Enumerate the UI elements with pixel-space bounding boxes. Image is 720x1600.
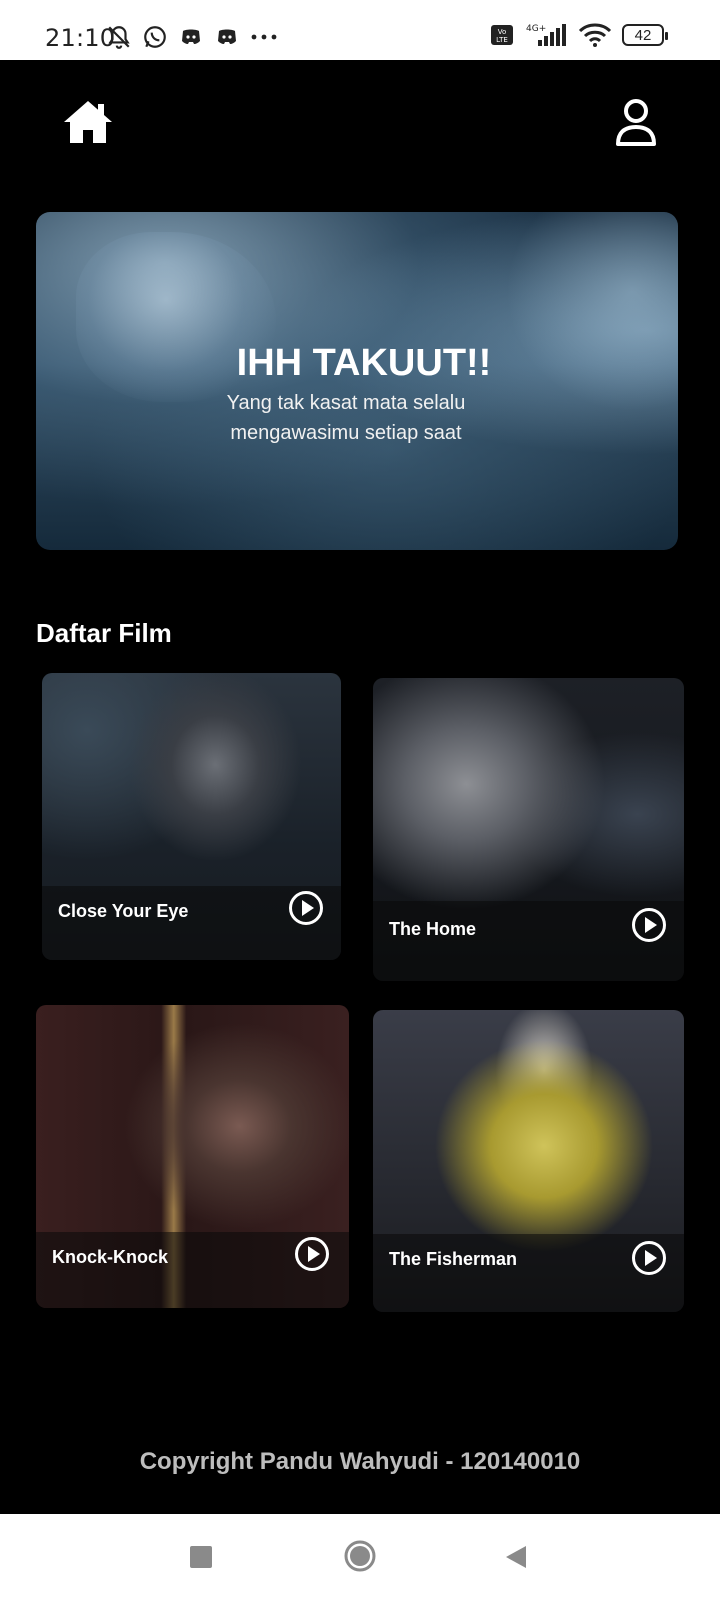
bell-off-icon <box>108 26 130 49</box>
svg-text:Vo: Vo <box>498 28 507 36</box>
nav-home-icon[interactable] <box>344 1540 376 1572</box>
discord-icon <box>182 29 200 44</box>
copyright-footer: Copyright Pandu Wahyudi - 120140010 <box>139 1448 581 1475</box>
movie-card[interactable]: The Home <box>373 678 684 981</box>
movie-title: Knock-Knock <box>52 1247 169 1267</box>
movie-card[interactable]: Knock-Knock <box>36 1005 349 1308</box>
wifi-icon <box>578 23 612 47</box>
status-time: 21:10 <box>45 24 116 52</box>
play-icon[interactable] <box>631 907 667 943</box>
hero-banner[interactable]: IHH TAKUUT!! Yang tak kasat mata selalu … <box>36 212 678 550</box>
play-icon[interactable] <box>631 1240 667 1276</box>
status-bar: 21:10 Vo LTE 4G+ 42 <box>0 0 720 60</box>
volte-icon: Vo LTE <box>491 25 513 45</box>
signal-icon: 4G+ <box>526 24 566 46</box>
whatsapp-icon <box>144 26 166 48</box>
play-icon[interactable] <box>294 1236 330 1272</box>
movie-title: The Fisherman <box>389 1249 518 1269</box>
more-dots-icon <box>251 34 277 40</box>
home-icon[interactable] <box>62 98 114 146</box>
hero-subtitle: Yang tak kasat mata selalu mengawasimu s… <box>226 392 466 444</box>
hero-title: IHH TAKUUT!! <box>236 342 492 384</box>
battery-level: 42 <box>634 26 652 44</box>
movie-card[interactable]: Close Your Eye <box>42 673 341 960</box>
movie-card[interactable]: The Fisherman <box>373 1010 684 1312</box>
user-icon[interactable] <box>614 97 658 147</box>
svg-text:4G+: 4G+ <box>526 24 546 34</box>
section-title: Daftar Film <box>36 618 172 648</box>
notification-icons <box>106 24 278 50</box>
recents-icon[interactable] <box>190 1546 212 1568</box>
svg-text:LTE: LTE <box>496 36 508 44</box>
play-icon[interactable] <box>288 890 324 926</box>
battery-indicator: 42 <box>622 24 668 46</box>
movie-title: The Home <box>389 919 477 939</box>
movie-title: Close Your Eye <box>58 901 189 921</box>
discord-icon <box>218 29 236 44</box>
system-nav-bar <box>0 1514 720 1600</box>
back-icon[interactable] <box>504 1544 528 1570</box>
app-header <box>0 60 720 190</box>
system-status-icons: Vo LTE 4G+ 42 <box>490 22 668 48</box>
